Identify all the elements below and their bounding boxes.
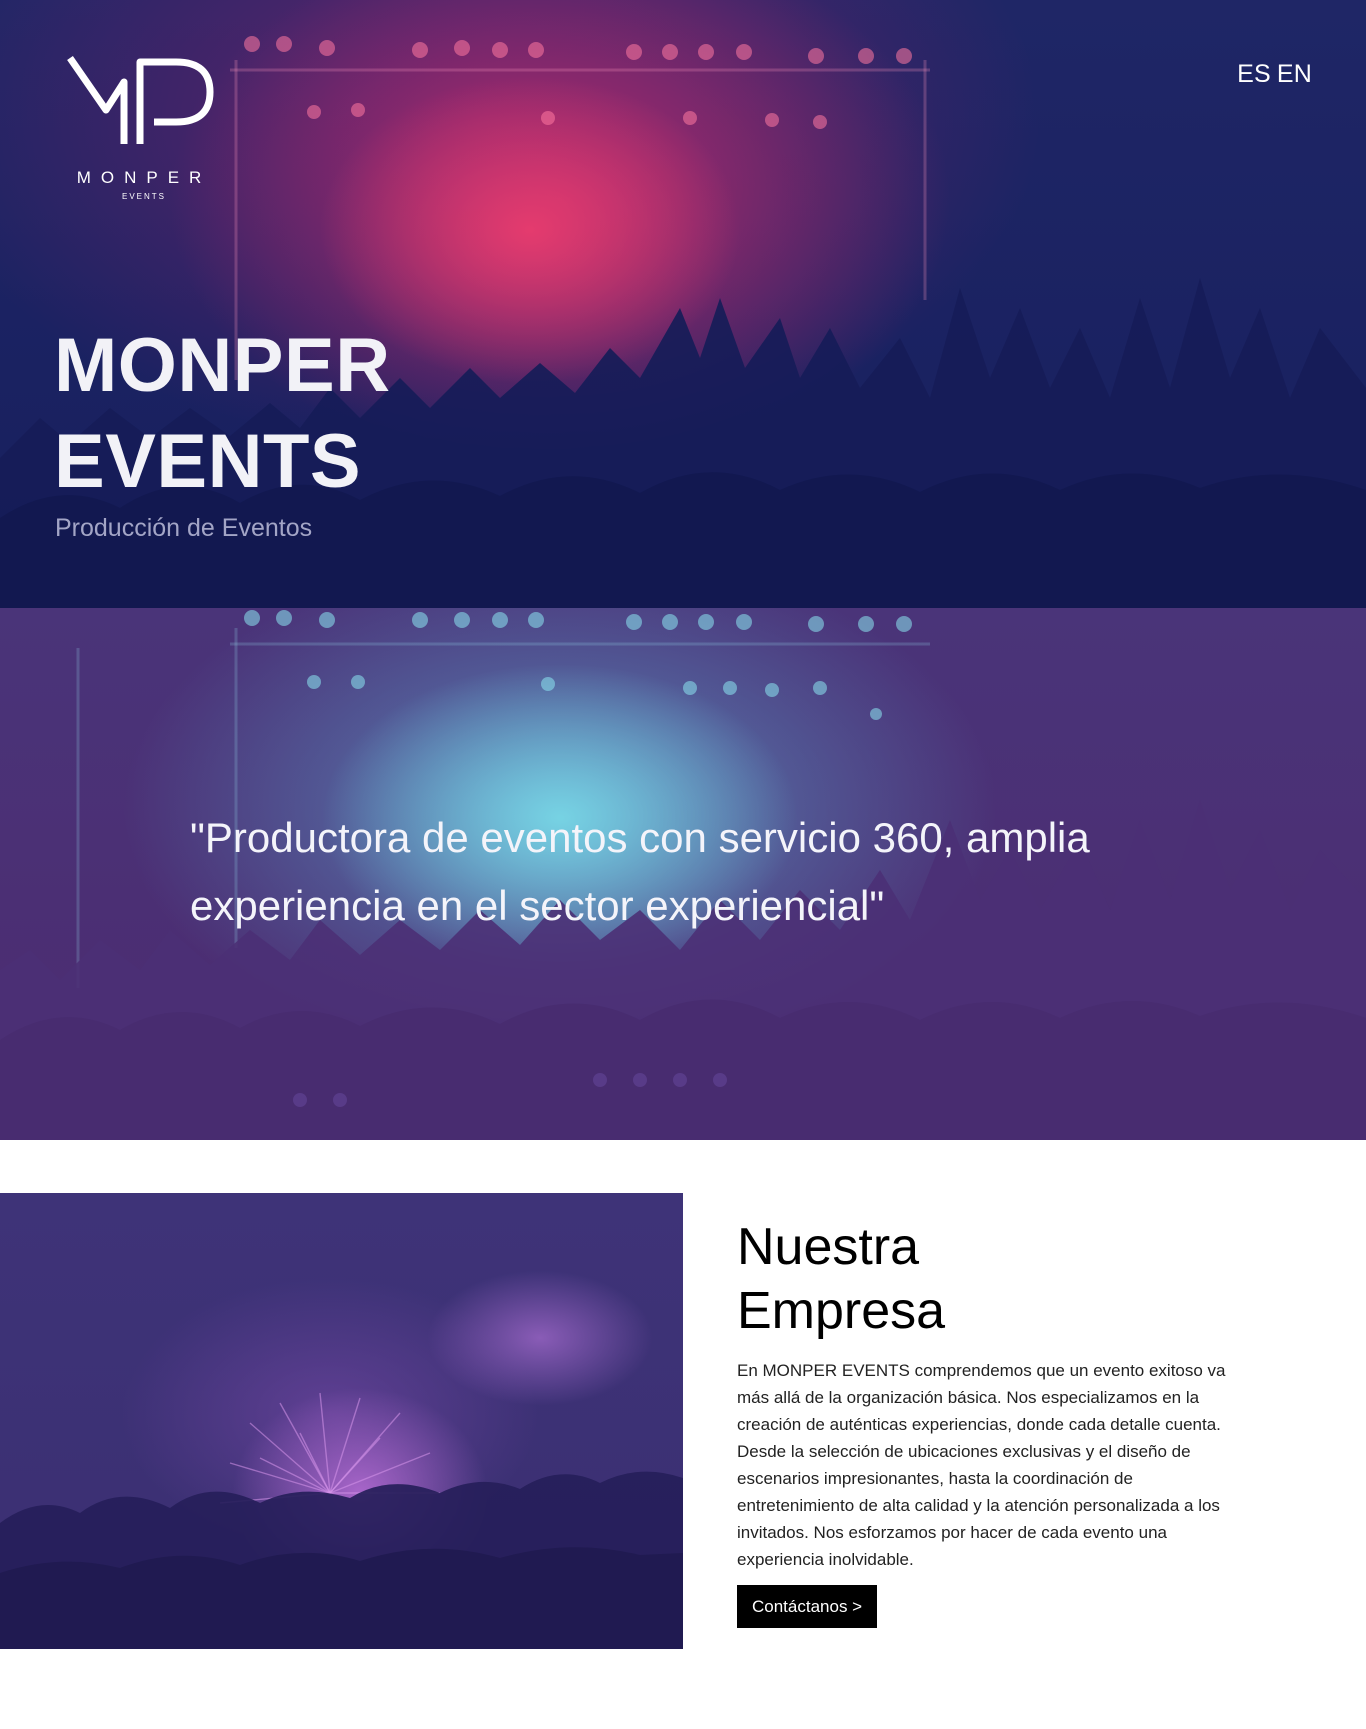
language-switcher: ES EN: [1237, 60, 1312, 89]
fireworks-crowd-graphic: [0, 1392, 683, 1649]
company-section: Nuestra Empresa En MONPER EVENTS compren…: [737, 1215, 1257, 1628]
logo-brand-text: MONPER: [77, 168, 212, 187]
lang-en-link[interactable]: EN: [1277, 60, 1312, 89]
monper-logo: MONPER EVENTS: [67, 56, 214, 201]
quote-band: "Productora de eventos con servicio 360,…: [0, 608, 1366, 1140]
company-title: Nuestra Empresa: [737, 1215, 1257, 1343]
contact-button[interactable]: Contáctanos >: [737, 1585, 878, 1628]
hero-title: MONPER EVENTS: [54, 318, 391, 510]
hero-title-line1: MONPER: [54, 323, 391, 408]
company-image: [0, 1193, 683, 1649]
company-title-line2: Empresa: [737, 1282, 946, 1340]
hero-subtitle: Producción de Eventos: [55, 514, 313, 542]
hero-title-line2: EVENTS: [54, 419, 362, 504]
lang-es-link[interactable]: ES: [1237, 60, 1271, 89]
logo-tagline-text: EVENTS: [122, 192, 166, 201]
company-description: En MONPER EVENTS comprendemos que un eve…: [737, 1361, 1226, 1569]
quote-text: "Productora de eventos con servicio 360,…: [190, 814, 1090, 929]
hero-section: MONPER EVENTS ES EN MONPER EVENTS Produc…: [0, 0, 1366, 608]
company-title-line1: Nuestra: [737, 1218, 920, 1276]
